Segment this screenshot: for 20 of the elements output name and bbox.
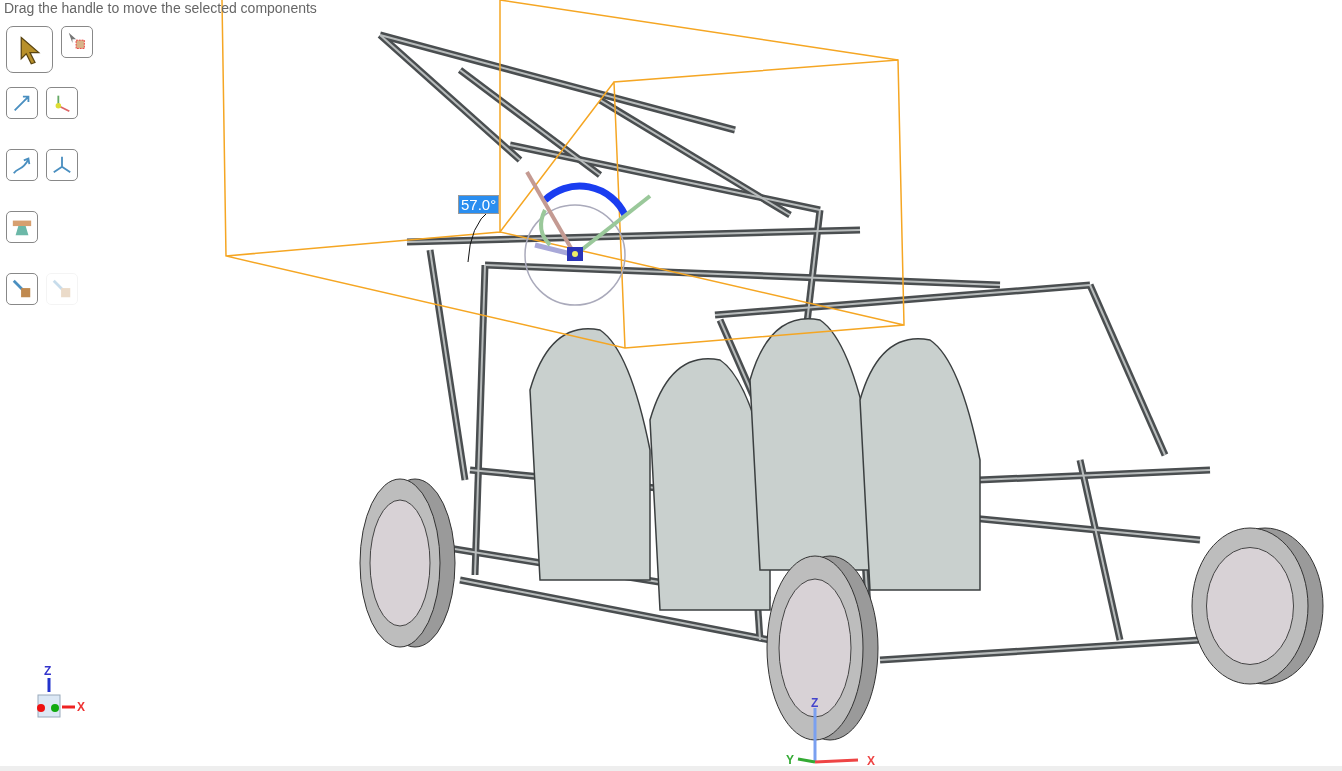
axes-icon <box>51 154 73 176</box>
arrow-box-icon <box>11 278 33 300</box>
tool-button[interactable] <box>6 87 38 119</box>
tool-button[interactable] <box>46 87 78 119</box>
axis-label: Z <box>44 664 52 678</box>
arrow-box-icon <box>51 278 73 300</box>
tool-button[interactable] <box>6 273 38 305</box>
tool-button[interactable] <box>61 26 93 58</box>
axis-label: X <box>867 754 875 768</box>
axis-label: Y <box>786 753 794 767</box>
origin-triad-drawing <box>797 708 859 764</box>
tool-button[interactable] <box>6 26 53 73</box>
axis-label: X <box>77 700 85 714</box>
angle-readout: 57.0° <box>458 195 500 214</box>
tool-button[interactable] <box>46 149 78 181</box>
tool-button[interactable] <box>6 149 38 181</box>
rotate-handle-drawing[interactable] <box>524 171 652 306</box>
tool-button[interactable] <box>6 211 38 243</box>
axis-label: Z <box>811 696 819 710</box>
view-orientation-triad[interactable] <box>37 678 75 718</box>
